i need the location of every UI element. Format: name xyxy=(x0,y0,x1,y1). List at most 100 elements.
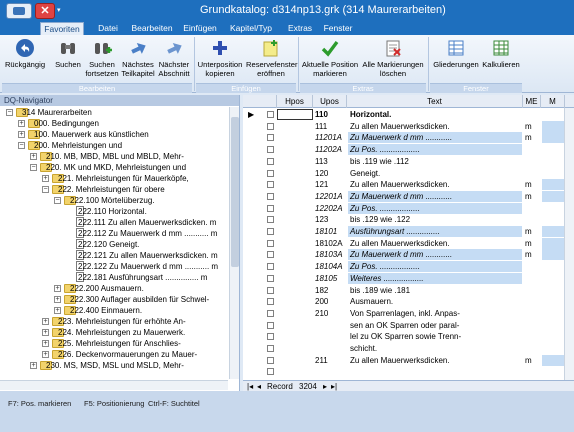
m-cell[interactable] xyxy=(542,120,564,132)
row-mark-checkbox[interactable] xyxy=(267,309,274,317)
m-cell[interactable] xyxy=(542,132,564,144)
header-hpos[interactable]: Hpos xyxy=(277,95,313,108)
upos-cell[interactable]: 11202A xyxy=(315,144,347,155)
row-mark-checkbox[interactable] xyxy=(267,146,274,154)
navigator-vertical-scrollbar[interactable] xyxy=(229,107,239,379)
upos-cell[interactable]: 18101 xyxy=(315,226,347,237)
tree-item[interactable]: +222.400 Einmauern. xyxy=(0,305,228,316)
row-mark-checkbox[interactable] xyxy=(267,192,274,200)
hpos-cell[interactable] xyxy=(277,308,313,319)
grid-row[interactable]: 12201A Zu Mauerwerk d mm ............ m xyxy=(243,190,574,202)
text-cell[interactable]: lel zu OK Sparren sowie Trenn- xyxy=(348,331,522,342)
grid-vertical-scrollbar[interactable] xyxy=(564,108,574,380)
upos-cell[interactable]: 110 xyxy=(315,109,347,120)
tab-extras[interactable]: Extras xyxy=(284,22,316,35)
tree-item[interactable]: 222.121 Zu allen Mauerwerksdicken. m xyxy=(0,250,228,261)
tab-bearbeiten[interactable]: Bearbeiten xyxy=(130,22,174,35)
tree-item[interactable]: − 222.100 Mörtelüberzug. xyxy=(0,195,228,206)
text-cell[interactable] xyxy=(348,366,522,377)
tab-fenster[interactable]: Fenster xyxy=(320,22,356,35)
grid-row[interactable] xyxy=(243,366,574,377)
grid-row[interactable]: 182 bis .189 wie .181 xyxy=(243,285,574,296)
tree-item[interactable]: +223. Mehrleistungen für erhöhte An- xyxy=(0,316,228,327)
hpos-cell[interactable] xyxy=(277,331,313,342)
upos-cell[interactable]: 18103A xyxy=(315,249,347,260)
collapse-icon[interactable]: − xyxy=(42,186,49,193)
tree-item[interactable]: 222.120 Geneigt. xyxy=(0,239,228,250)
me-cell[interactable] xyxy=(525,285,541,296)
header-me[interactable]: ME xyxy=(523,95,541,108)
m-cell[interactable] xyxy=(542,308,564,319)
grid-row[interactable]: schicht. xyxy=(243,343,574,354)
row-mark-checkbox[interactable] xyxy=(267,169,274,177)
hpos-cell[interactable] xyxy=(277,214,313,225)
hpos-cell[interactable] xyxy=(277,109,313,120)
row-mark-checkbox[interactable] xyxy=(267,345,274,352)
hpos-cell[interactable] xyxy=(277,132,313,143)
grid-row[interactable]: 121 Zu allen Mauerwerksdicken. m xyxy=(243,179,574,191)
me-cell[interactable]: m xyxy=(525,121,541,132)
expand-icon[interactable]: + xyxy=(42,175,49,182)
text-cell[interactable]: Zu allen Mauerwerksdicken. xyxy=(348,179,522,190)
upos-cell[interactable]: 18104A xyxy=(315,261,347,272)
expand-icon[interactable]: + xyxy=(30,362,37,369)
text-cell[interactable]: Zu Mauerwerk d mm ............ xyxy=(348,190,522,202)
hpos-cell[interactable] xyxy=(277,296,313,307)
grid-row[interactable]: 18105 Weiteres .................. xyxy=(243,272,574,284)
navigator-horizontal-scrollbar[interactable] xyxy=(0,380,228,390)
hpos-cell[interactable] xyxy=(277,203,313,214)
me-cell[interactable] xyxy=(525,366,541,377)
copy-subposition-button[interactable]: Unterposition kopieren xyxy=(196,38,244,78)
upos-cell[interactable]: 111 xyxy=(315,121,347,132)
m-cell[interactable] xyxy=(542,285,564,296)
row-mark-checkbox[interactable] xyxy=(267,122,274,130)
tree-item[interactable]: +100. Mauerwerk aus künstlichen xyxy=(0,129,228,140)
text-cell[interactable]: sen an OK Sparren oder paral- xyxy=(348,320,522,331)
m-cell[interactable] xyxy=(542,190,564,202)
m-cell[interactable] xyxy=(542,226,564,237)
undo-button[interactable]: Rückgängig xyxy=(4,38,46,69)
row-mark-checkbox[interactable] xyxy=(267,321,274,329)
upos-cell[interactable]: 182 xyxy=(315,285,347,296)
m-cell[interactable] xyxy=(542,237,564,249)
hpos-cell[interactable] xyxy=(277,320,313,331)
text-cell[interactable]: Zu Pos. .................. xyxy=(348,202,522,214)
tree-item[interactable]: +210. MB, MBD, MBL und MBLD, Mehr- xyxy=(0,151,228,162)
me-cell[interactable] xyxy=(525,261,541,272)
grid-row[interactable]: 111 Zu allen Mauerwerksdicken. m xyxy=(243,120,574,132)
hpos-cell[interactable] xyxy=(277,366,313,377)
row-mark-checkbox[interactable] xyxy=(267,333,274,341)
text-cell[interactable]: Zu Mauerwerk d mm ............ xyxy=(348,132,522,144)
expand-icon[interactable]: + xyxy=(54,285,61,292)
expand-icon[interactable]: + xyxy=(18,131,25,138)
me-cell[interactable]: m xyxy=(525,238,541,249)
m-cell[interactable] xyxy=(542,203,564,214)
upos-cell[interactable]: 12202A xyxy=(315,203,347,214)
grid-row[interactable]: 200 Ausmauern. xyxy=(243,296,574,307)
expand-icon[interactable]: + xyxy=(18,120,25,127)
tree-item[interactable]: +230. MS, MSD, MSL und MSLD, Mehr- xyxy=(0,360,228,371)
upos-cell[interactable] xyxy=(315,366,347,377)
tree-item[interactable]: 222.112 Zu Mauerwerk d mm ........... m xyxy=(0,228,228,239)
me-cell[interactable] xyxy=(525,168,541,179)
search-button[interactable]: Suchen xyxy=(54,38,82,69)
hpos-cell[interactable] xyxy=(277,285,313,296)
next-subchapter-button[interactable]: Nächstes Teilkapitel xyxy=(120,38,156,78)
m-cell[interactable] xyxy=(542,343,564,354)
quick-access-dropdown-icon[interactable]: ▾ xyxy=(57,6,65,14)
upos-cell[interactable]: 211 xyxy=(315,355,347,366)
text-cell[interactable]: Zu allen Mauerwerksdicken. xyxy=(348,121,522,132)
me-cell[interactable] xyxy=(525,320,541,331)
tree-item[interactable]: +221. Mehrleistungen für Mauerköpfe, xyxy=(0,173,228,184)
hpos-cell[interactable] xyxy=(277,249,313,260)
grid-row[interactable]: 210 Von Sparrenlagen, inkl. Anpas- xyxy=(243,308,574,319)
upos-cell[interactable]: 120 xyxy=(315,168,347,179)
upos-cell[interactable] xyxy=(315,320,347,331)
hpos-cell[interactable] xyxy=(277,238,313,249)
tree-item[interactable]: +222.300 Auflager ausbilden für Schwel- xyxy=(0,294,228,305)
row-mark-checkbox[interactable] xyxy=(267,204,274,212)
tree-item[interactable]: 222.181 Ausführungsart ............... m xyxy=(0,272,228,283)
me-cell[interactable]: m xyxy=(525,249,541,260)
me-cell[interactable]: m xyxy=(525,226,541,237)
header-text[interactable]: Text xyxy=(347,95,523,108)
